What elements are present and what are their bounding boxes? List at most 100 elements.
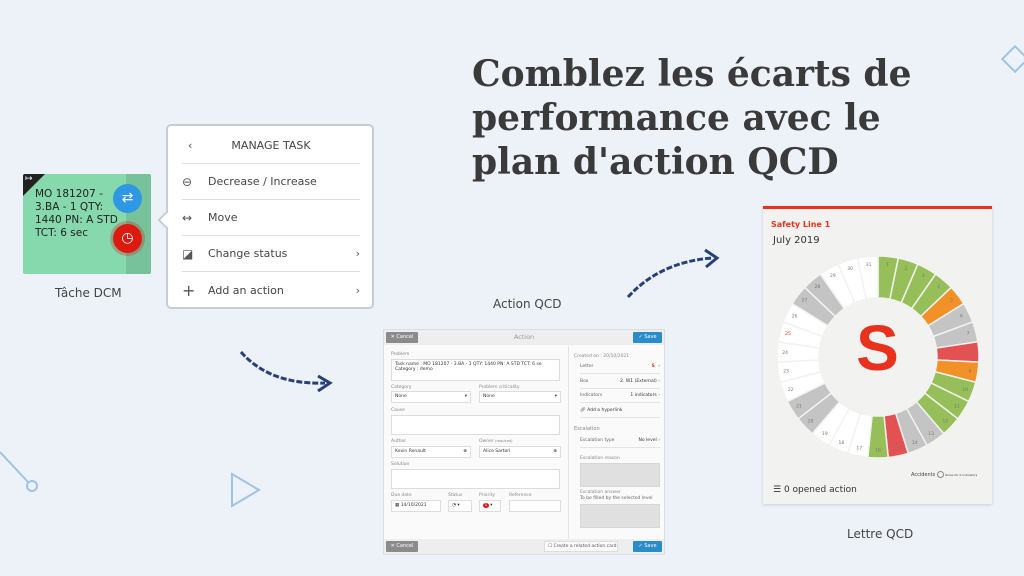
status-icon: ◪ <box>182 246 194 261</box>
escalation-answer-field[interactable] <box>580 504 660 528</box>
day-label: 14 <box>912 440 918 446</box>
priority-label: Priority <box>479 493 496 498</box>
menu-item-label: Change status <box>208 247 288 260</box>
day-label: 12 <box>943 419 949 425</box>
solution-label: Solution <box>391 462 410 467</box>
status-select[interactable]: ◔ ▾ <box>448 500 472 512</box>
cause-field[interactable] <box>391 415 560 435</box>
legend: Accidents Rules for 0 indicators <box>911 471 977 478</box>
plus-icon: + <box>182 280 196 300</box>
author-label: Author <box>391 439 407 444</box>
chevron-right-icon: › <box>355 283 360 297</box>
escalation-heading: Escalation <box>574 426 600 432</box>
cause-label: Cause <box>391 408 405 413</box>
day-label: 4 <box>937 284 940 290</box>
escalation-reason-field[interactable] <box>580 463 660 487</box>
form-footer <box>384 539 664 554</box>
box-row[interactable]: Box 2. W1 (External) › <box>580 375 660 389</box>
day-label: 10 <box>962 387 968 393</box>
task-card-text: MO 181207 - 3.BA - 1 QTY: 1440 PN: A STD… <box>35 188 118 239</box>
action-caption: Action QCD <box>493 297 562 311</box>
curved-arrow-2 <box>626 256 713 299</box>
criticality-select[interactable]: None ▾ <box>479 391 561 403</box>
escalation-answer-label: Escalation answer <box>580 490 621 495</box>
day-label: 1 <box>886 262 889 268</box>
swap-icon[interactable]: ⇄ <box>113 184 142 213</box>
menu-header: ‹ MANAGE TASK <box>182 128 360 164</box>
due-date-label: Due date <box>391 493 412 498</box>
move-arrows-icon: ↔ <box>182 210 193 225</box>
day-label: 2 <box>904 266 907 272</box>
author-field[interactable]: Kevin Renault ⊗ <box>391 446 471 458</box>
task-card[interactable]: ↦ MO 181207 - 3.BA - 1 QTY: 1440 PN: A S… <box>23 174 151 274</box>
cancel-button-bottom[interactable]: ✕ Cancel <box>386 541 418 552</box>
day-label: 5 <box>950 298 953 304</box>
priority-select[interactable]: 1 ▾ <box>479 500 501 512</box>
day-label: 15 <box>894 446 900 452</box>
task-caption: Tâche DCM <box>55 286 122 300</box>
circle-decoration <box>26 480 38 492</box>
line-decoration <box>0 451 29 483</box>
day-label: 31 <box>866 262 872 268</box>
problem-label: Problem <box>391 352 410 357</box>
open-actions[interactable]: ☰ 0 opened action <box>773 485 857 495</box>
list-icon: ☰ <box>773 485 782 495</box>
letter-caption: Lettre QCD <box>847 527 914 541</box>
owner-field[interactable]: Alice Sartori ⊗ <box>479 446 561 458</box>
save-button-bottom[interactable]: ✓ Save <box>633 541 662 552</box>
menu-item-move[interactable]: ↔ Move <box>182 200 360 236</box>
menu-item-label: Decrease / Increase <box>208 175 317 188</box>
divider <box>568 346 569 540</box>
category-select[interactable]: None ▾ <box>391 391 471 403</box>
day-label: 27 <box>802 298 808 304</box>
letter-card: Safety Line 1 July 2019 1 2 3 4 5 6 7 8 9 10 11 12 1… <box>763 206 992 504</box>
menu-item-label: Move <box>208 211 238 224</box>
menu-item-label: Add an action <box>208 283 284 297</box>
criticality-label: Problem criticality <box>479 385 520 390</box>
problem-field[interactable]: Task name : MO 181207 - 3.BA - 1 QTY: 14… <box>391 359 560 381</box>
created-on: Created on : 20/10/2021 <box>574 354 630 359</box>
menu-item-decrease-increase[interactable]: ⊖ Decrease / Increase <box>182 164 360 200</box>
menu-item-add-action[interactable]: + Add an action › <box>182 272 360 308</box>
menu-title: MANAGE TASK <box>231 139 311 152</box>
headline: Comblez les écarts de performance avec l… <box>472 53 912 183</box>
reference-field[interactable] <box>509 500 561 512</box>
escalation-answer-hint: To be filled by the selected level <box>580 496 653 501</box>
owner-label: Owner (required) <box>479 439 513 444</box>
back-chevron-icon[interactable]: ‹ <box>188 139 192 152</box>
legend-note: Rules for 0 indicators <box>945 473 978 477</box>
day-label: 29 <box>830 273 836 279</box>
decrease-increase-icon: ⊖ <box>182 174 193 189</box>
legend-label: Accidents <box>911 472 936 478</box>
related-card-checkbox[interactable]: ☐ Create a related action card <box>544 541 618 552</box>
status-label: Status <box>448 493 463 498</box>
triangle-decoration <box>231 472 261 508</box>
day-label: 20 <box>808 419 814 425</box>
indicators-row[interactable]: Indicators 1 indicators › <box>580 389 660 403</box>
due-date-field[interactable]: ▦ 14/10/2021 <box>391 500 441 512</box>
link-icon: 🔗︎ <box>580 408 588 413</box>
chevron-right-icon: › <box>355 247 360 260</box>
escalation-type-row[interactable]: Escalation type No level › <box>580 434 660 448</box>
solution-field[interactable] <box>391 469 560 489</box>
day-label: 21 <box>796 404 802 410</box>
diamond-decoration <box>1000 44 1024 74</box>
letter-row[interactable]: Letter S › <box>580 360 660 374</box>
day-label: 30 <box>847 266 853 272</box>
day-label: 16 <box>875 448 881 454</box>
center-letter: S <box>856 312 899 384</box>
clock-icon[interactable]: ◷ <box>113 224 142 253</box>
save-button[interactable]: ✓ Save <box>633 332 662 343</box>
day-label: 19 <box>822 431 828 437</box>
legend-circle-icon <box>936 471 944 478</box>
day-label: 28 <box>815 284 821 290</box>
day-label: 17 <box>856 446 862 452</box>
day-label: 3 <box>922 273 925 279</box>
action-form: ✕ Cancel Action ✓ Save Problem Task name… <box>383 329 665 555</box>
day-label: 11 <box>954 404 960 410</box>
category-label: Category <box>391 385 412 390</box>
day-label: 18 <box>838 440 844 446</box>
manage-task-menu: ‹ MANAGE TASK ⊖ Decrease / Increase ↔ Move… <box>157 124 374 309</box>
menu-item-change-status[interactable]: ◪ Change status › <box>182 236 360 272</box>
add-hyperlink[interactable]: 🔗︎ Add a hyperlink <box>580 404 660 418</box>
